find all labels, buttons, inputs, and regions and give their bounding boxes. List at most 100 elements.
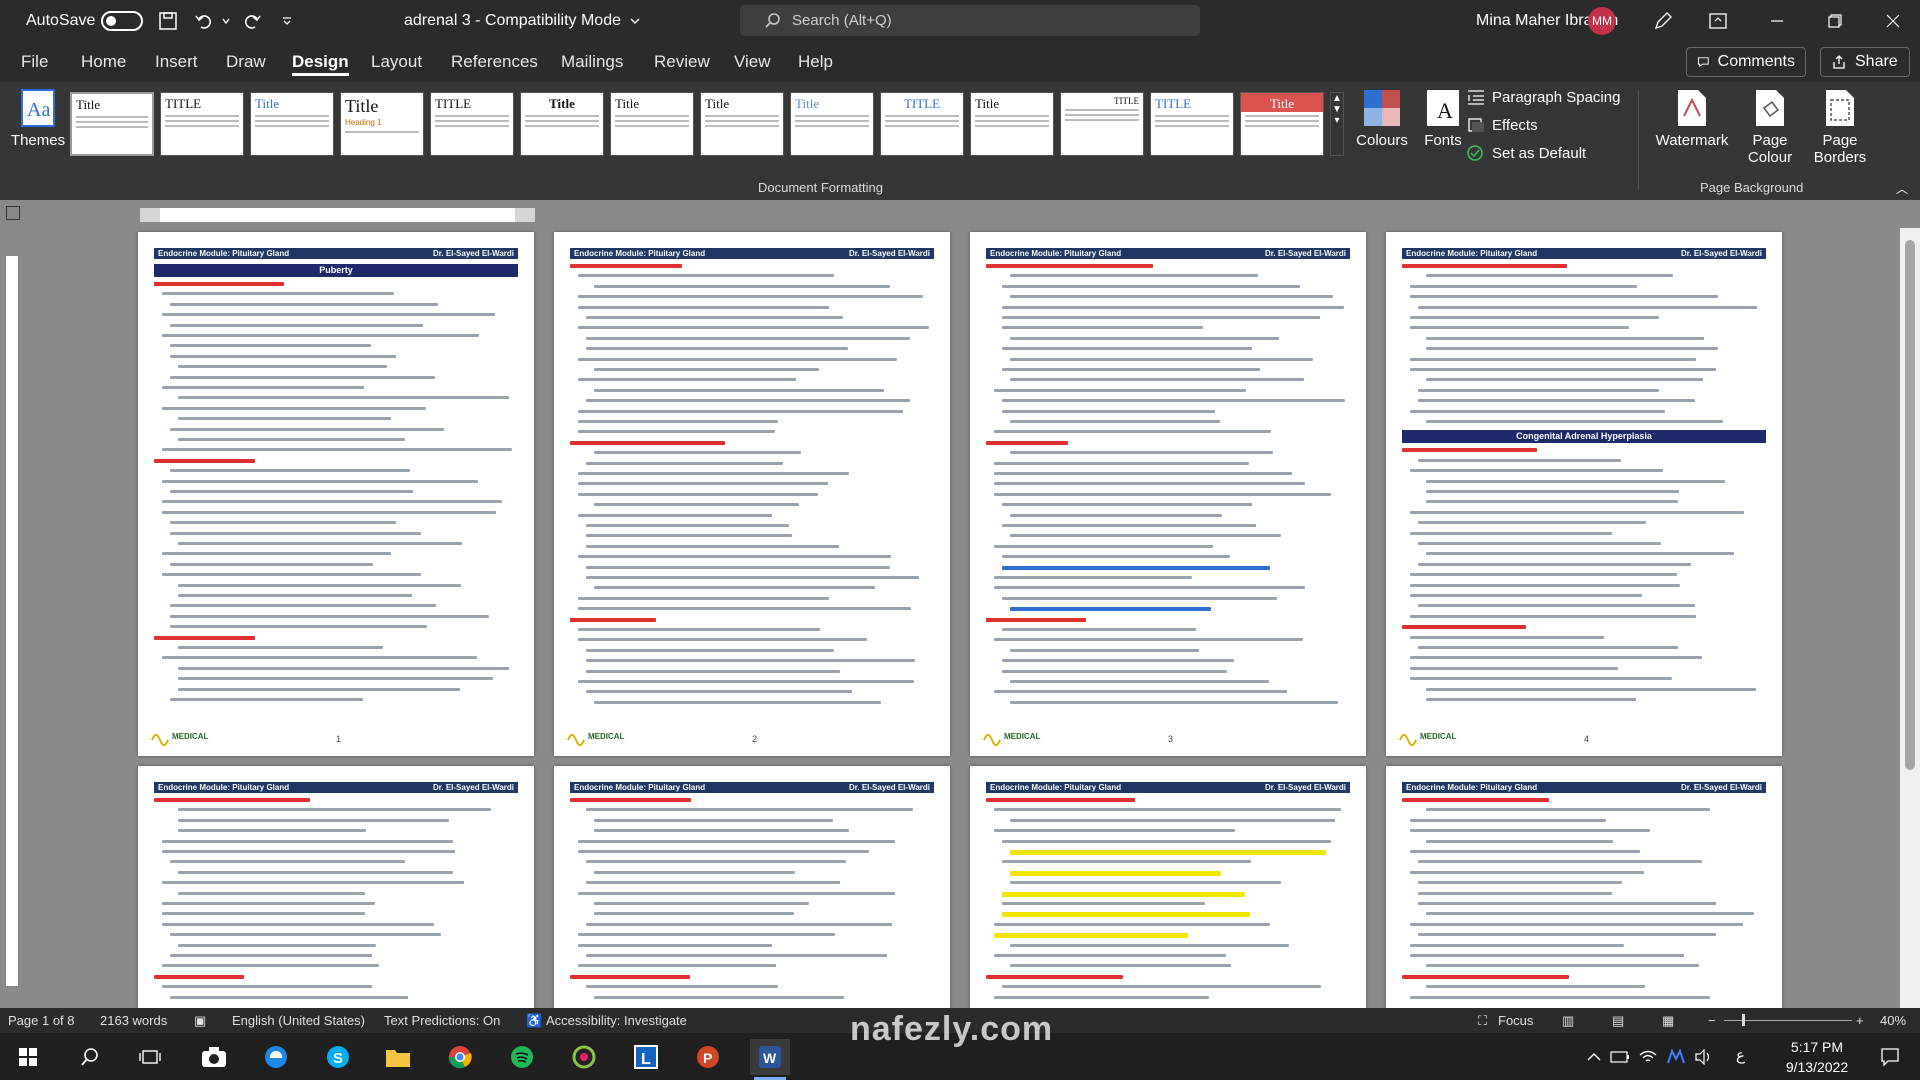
document-title[interactable]: adrenal 3 - Compatibility Mode xyxy=(404,0,641,42)
style-set-12[interactable]: TITLE xyxy=(1060,92,1144,156)
word-icon[interactable]: W xyxy=(750,1039,790,1075)
tab-selector-icon[interactable] xyxy=(6,206,20,220)
proofing-icon[interactable]: ▣ xyxy=(194,1008,206,1033)
vertical-ruler[interactable] xyxy=(0,228,24,1008)
task-view-icon[interactable] xyxy=(130,1039,170,1075)
undo-icon[interactable] xyxy=(194,0,214,42)
tab-layout[interactable]: Layout xyxy=(371,42,422,82)
redo-icon[interactable] xyxy=(242,0,262,42)
text-predictions[interactable]: Text Predictions: On xyxy=(384,1008,500,1033)
gallery-scroll[interactable]: ▲ ▼ ▾ xyxy=(1330,92,1344,156)
document-page[interactable]: Endocrine Module: Pituitary Gland Dr. El-… xyxy=(970,766,1366,1012)
save-icon[interactable] xyxy=(158,0,178,42)
share-button[interactable]: Share xyxy=(1820,47,1910,77)
scrollbar-thumb[interactable] xyxy=(1905,240,1915,770)
tab-help[interactable]: Help xyxy=(798,42,833,82)
more-icon[interactable]: ▾ xyxy=(1331,115,1343,126)
web-layout-icon[interactable]: ▦ xyxy=(1662,1008,1674,1033)
page-colour-button[interactable]: Page Colour xyxy=(1740,88,1800,166)
app-icon-l[interactable]: L xyxy=(626,1039,666,1075)
app-icon-ring[interactable] xyxy=(564,1039,604,1075)
style-set-11[interactable]: Title xyxy=(970,92,1054,156)
customize-qat-icon[interactable] xyxy=(282,0,292,42)
style-set-1[interactable]: Title xyxy=(70,92,154,156)
minimize-icon[interactable] xyxy=(1770,0,1784,42)
style-set-9[interactable]: Title xyxy=(790,92,874,156)
style-set-7[interactable]: Title xyxy=(610,92,694,156)
style-set-13[interactable]: TITLE xyxy=(1150,92,1234,156)
colours-button[interactable]: Colours xyxy=(1352,88,1412,149)
pen-icon[interactable] xyxy=(1652,0,1674,42)
windows-start-icon[interactable] xyxy=(8,1039,48,1075)
powerpoint-icon[interactable]: P xyxy=(688,1039,728,1075)
tab-references[interactable]: References xyxy=(451,42,538,82)
tab-review[interactable]: Review xyxy=(654,42,710,82)
page-count[interactable]: Page 1 of 8 xyxy=(8,1008,75,1033)
page-borders-button[interactable]: Page Borders xyxy=(1810,88,1870,166)
print-layout-icon[interactable]: ▤ xyxy=(1612,1008,1624,1033)
restore-icon[interactable] xyxy=(1828,0,1842,42)
style-set-3[interactable]: Title xyxy=(250,92,334,156)
clock[interactable]: 5:17 PM 9/13/2022 xyxy=(1772,1037,1862,1077)
language[interactable]: English (United States) xyxy=(232,1008,365,1033)
tab-draw[interactable]: Draw xyxy=(226,42,266,82)
autosave-toggle[interactable] xyxy=(101,11,144,31)
chevron-up-icon[interactable]: ▲ xyxy=(1331,93,1343,104)
tab-insert[interactable]: Insert xyxy=(155,42,198,82)
document-page[interactable]: Endocrine Module: Pituitary Gland Dr. El-… xyxy=(138,232,534,756)
style-set-5[interactable]: TITLE xyxy=(430,92,514,156)
style-set-14[interactable]: Title xyxy=(1240,92,1324,156)
undo-dropdown-icon[interactable] xyxy=(222,0,230,42)
zoom-slider[interactable] xyxy=(1724,1014,1852,1026)
watermark-button[interactable]: Watermark xyxy=(1652,88,1732,149)
accessibility-status[interactable]: Accessibility: Investigate xyxy=(546,1008,687,1033)
vertical-scrollbar[interactable] xyxy=(1900,228,1920,1008)
document-page[interactable]: Endocrine Module: Pituitary Gland Dr. El-… xyxy=(1386,232,1782,756)
effects-button[interactable]: Effects xyxy=(1466,116,1538,134)
notifications-icon[interactable] xyxy=(1870,1039,1910,1075)
chrome-icon[interactable] xyxy=(440,1039,480,1075)
zoom-in-icon[interactable]: + xyxy=(1856,1008,1864,1033)
style-set-8[interactable]: Title xyxy=(700,92,784,156)
collapse-ribbon-icon[interactable]: ︿ xyxy=(1896,180,1908,197)
search-icon[interactable] xyxy=(70,1039,110,1075)
set-as-default-button[interactable]: Set as Default xyxy=(1466,144,1586,162)
search-box[interactable]: Search (Alt+Q) xyxy=(740,5,1200,36)
style-set-4[interactable]: Title Heading 1 xyxy=(340,92,424,156)
themes-button[interactable]: Aa Themes xyxy=(10,88,66,149)
fonts-button[interactable]: A Fonts xyxy=(1418,88,1468,149)
document-page[interactable]: Endocrine Module: Pituitary Gland Dr. El-… xyxy=(138,766,534,1012)
style-set-6[interactable]: Title xyxy=(520,92,604,156)
zoom-level[interactable]: 40% xyxy=(1880,1008,1906,1033)
spotify-icon[interactable] xyxy=(502,1039,542,1075)
tab-file[interactable]: File xyxy=(21,42,48,82)
keyboard-language[interactable]: ع xyxy=(1736,1046,1745,1064)
style-set-2[interactable]: TITLE xyxy=(160,92,244,156)
volume-icon[interactable] xyxy=(1684,1039,1724,1075)
tab-mailings[interactable]: Mailings xyxy=(561,42,623,82)
tab-home[interactable]: Home xyxy=(81,42,126,82)
avatar[interactable]: MM xyxy=(1588,7,1616,35)
close-icon[interactable] xyxy=(1886,0,1900,42)
zoom-slider-thumb[interactable] xyxy=(1742,1014,1745,1026)
document-page[interactable]: Endocrine Module: Pituitary Gland Dr. El-… xyxy=(554,766,950,1012)
style-set-10[interactable]: TITLE xyxy=(880,92,964,156)
file-explorer-icon[interactable] xyxy=(378,1039,418,1075)
tab-view[interactable]: View xyxy=(734,42,771,82)
edge-browser-icon[interactable] xyxy=(256,1039,296,1075)
ribbon-display-icon[interactable] xyxy=(1708,0,1728,42)
document-page[interactable]: Endocrine Module: Pituitary Gland Dr. El-… xyxy=(1386,766,1782,1012)
user-avatar-wrap[interactable]: MM xyxy=(1588,0,1616,42)
zoom-out-icon[interactable]: − xyxy=(1708,1008,1716,1033)
chevron-down-icon[interactable]: ▼ xyxy=(1331,104,1343,115)
comments-button[interactable]: Comments xyxy=(1686,47,1806,77)
tab-design[interactable]: Design xyxy=(292,42,349,82)
camera-app-icon[interactable] xyxy=(194,1039,234,1075)
word-count[interactable]: 2163 words xyxy=(100,1008,167,1033)
read-mode-icon[interactable]: ▥ xyxy=(1562,1008,1574,1033)
document-page[interactable]: Endocrine Module: Pituitary Gland Dr. El-… xyxy=(970,232,1366,756)
skype-icon[interactable]: S xyxy=(318,1039,358,1075)
autosave[interactable]: AutoSave xyxy=(26,0,144,42)
horizontal-ruler[interactable] xyxy=(0,200,1920,228)
focus-button[interactable]: Focus xyxy=(1498,1008,1533,1033)
